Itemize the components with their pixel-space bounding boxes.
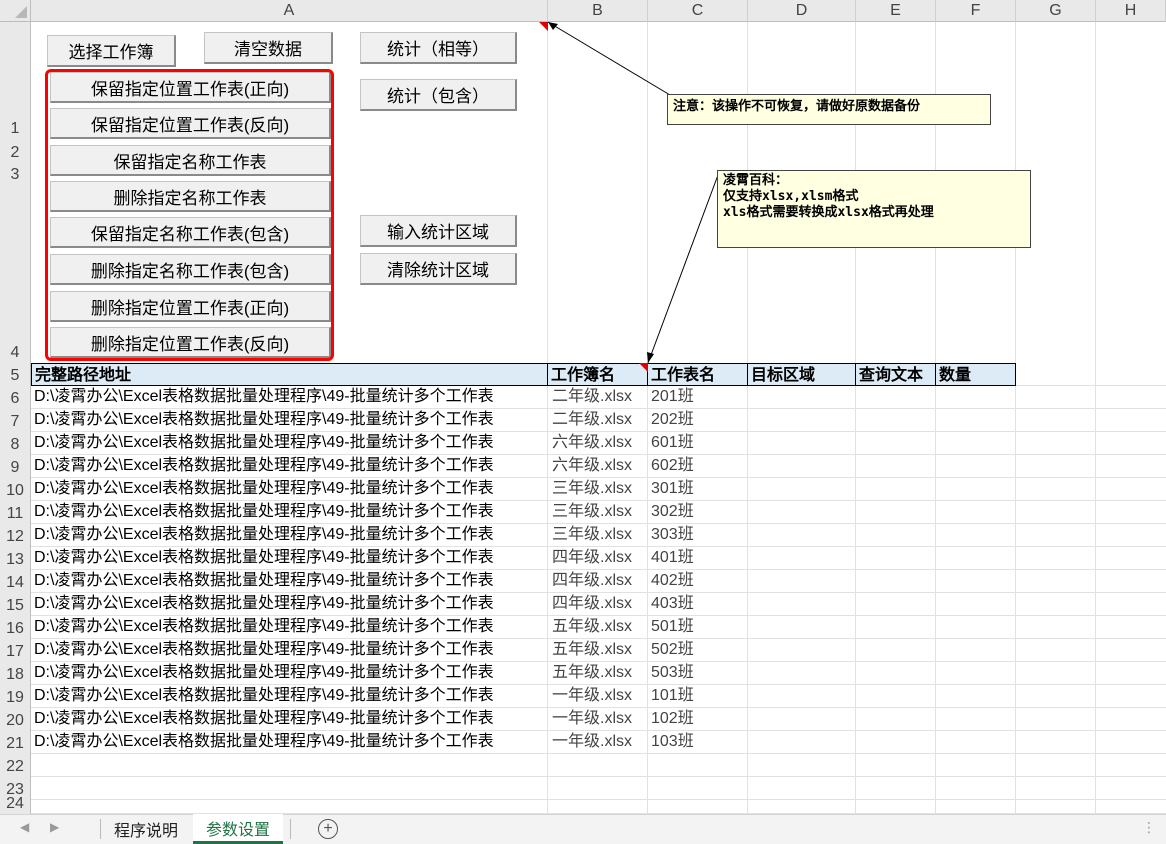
warning-note: 注意：该操作不可恢复，请做好原数据备份 <box>667 94 991 125</box>
comment-indicator-b5 <box>639 363 648 372</box>
sheet-tab-bar: ◀ ▶ 程序说明 参数设置 + ⋮ <box>0 814 1166 844</box>
add-sheet-icon[interactable]: + <box>318 819 338 839</box>
info-note-line-2: 仅支持xlsx,xlsm格式 <box>723 189 859 204</box>
more-options-icon[interactable]: ⋮ <box>1142 819 1156 836</box>
info-note-line-1: 凌霄百科： <box>723 173 789 188</box>
tab-parameter-settings[interactable]: 参数设置 <box>193 814 283 844</box>
tab-divider <box>290 819 291 839</box>
tab-divider <box>100 819 101 839</box>
warning-note-text: 注意：该操作不可恢复，请做好原数据备份 <box>673 99 921 114</box>
scroll-left-icon[interactable]: ◀ <box>20 820 29 834</box>
tab-program-description[interactable]: 程序说明 <box>104 815 188 842</box>
info-note: 凌霄百科： 仅支持xlsx,xlsm格式 xls格式需要转换成xlsx格式再处理 <box>717 170 1031 248</box>
scroll-right-icon[interactable]: ▶ <box>50 820 59 834</box>
comment-arrows <box>539 21 719 372</box>
comment-indicator-a1 <box>539 22 548 31</box>
info-note-line-3: xls格式需要转换成xlsx格式再处理 <box>723 205 934 220</box>
